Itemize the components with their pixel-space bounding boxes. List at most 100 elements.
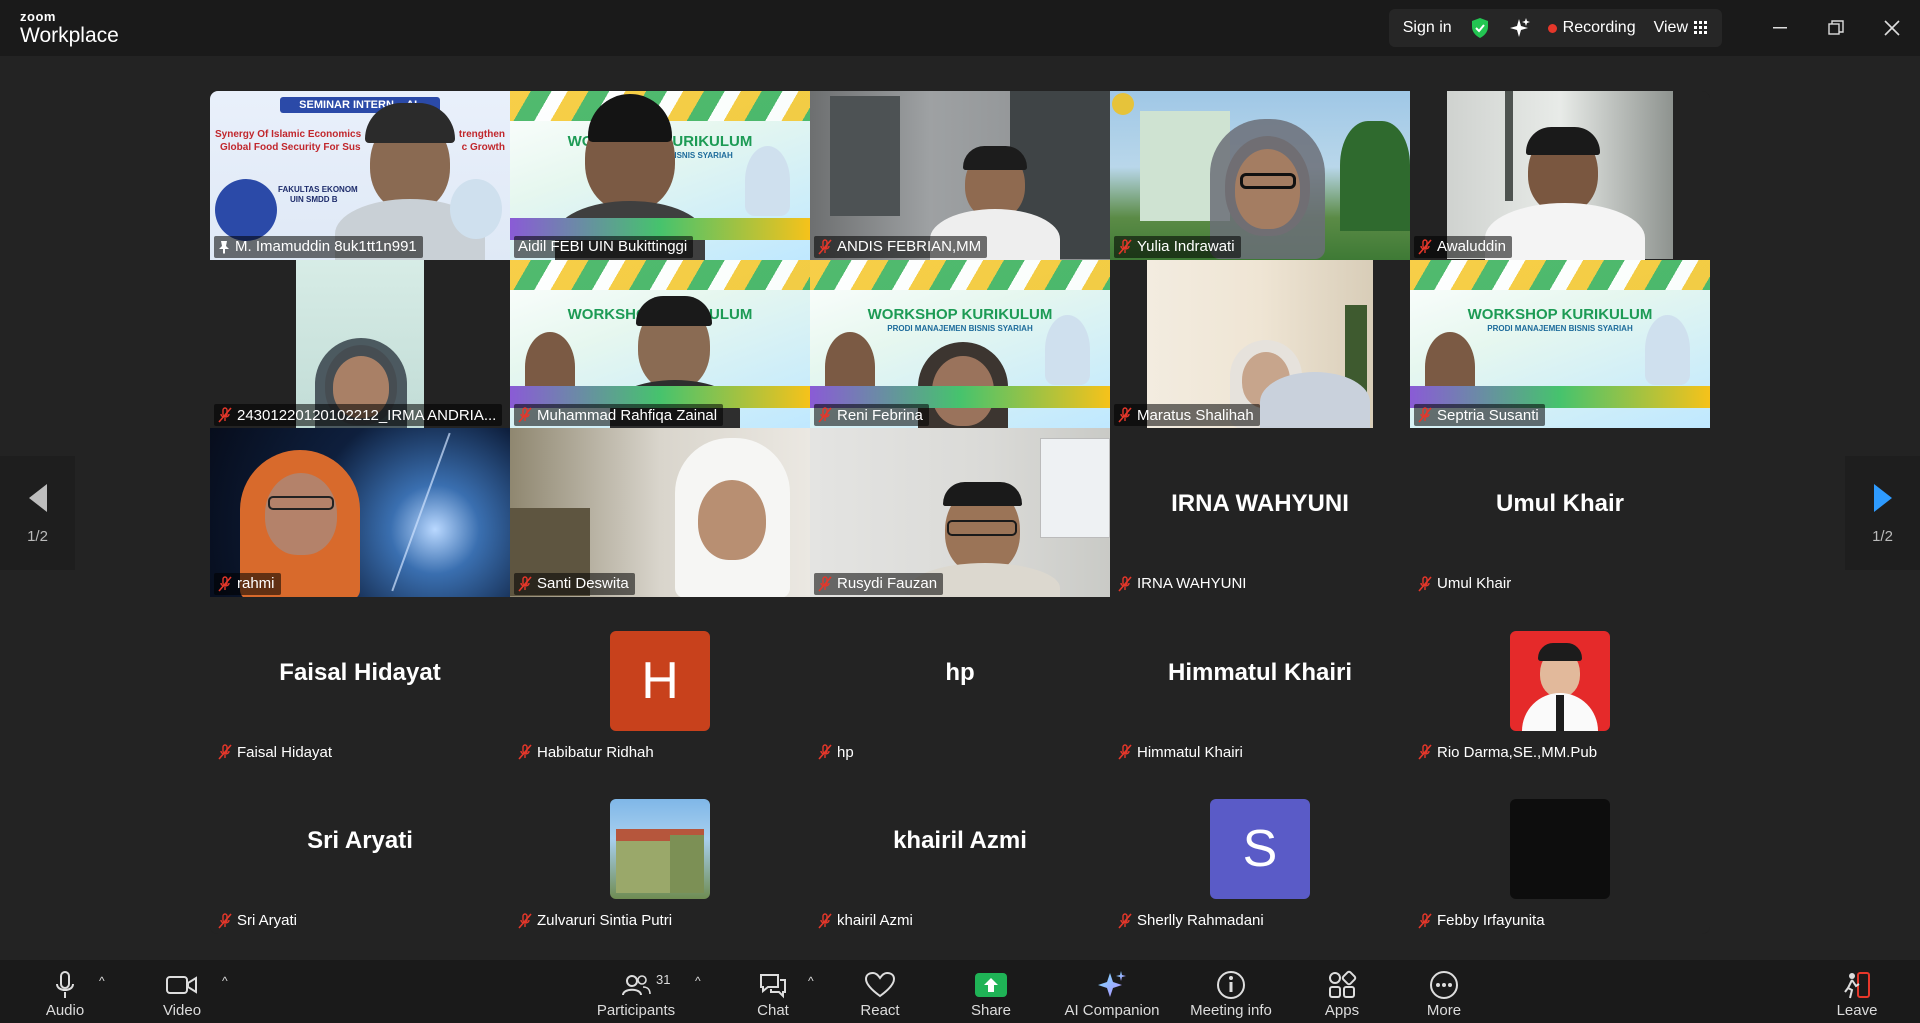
participant-nameplate: Septria Susanti <box>1414 404 1545 427</box>
video-tile-active-speaker[interactable]: WORKSHOP KURIKULUM PRODI MANAJEMEN BISNI… <box>510 91 810 260</box>
video-tile[interactable]: 24301220120102212_IRMA ANDRIA... <box>210 259 510 429</box>
microphone-muted-icon <box>218 576 232 592</box>
video-tile-camera-off[interactable]: S Sherlly Rahmadani <box>1110 765 1410 934</box>
video-tile-camera-off[interactable]: IRNA WAHYUNI IRNA WAHYUNI <box>1110 428 1410 597</box>
participant-display-name: khairil Azmi <box>893 827 1027 855</box>
recording-dot-icon <box>1547 23 1557 33</box>
video-camera-icon <box>166 976 197 994</box>
video-tile[interactable]: SEMINAR INTERN AL Synergy Of Islamic Eco… <box>210 91 510 260</box>
ai-sparkle-icon[interactable] <box>1508 17 1530 39</box>
participant-nameplate: Rio Darma,SE.,MM.Pub <box>1414 741 1603 763</box>
meeting-info-label: Meeting info <box>1190 1002 1272 1019</box>
video-tile-camera-off[interactable]: Umul Khair Umul Khair <box>1410 428 1710 597</box>
participant-nameplate: rahmi <box>214 572 281 595</box>
next-page-button[interactable]: 1/2 <box>1845 456 1920 570</box>
chat-label: Chat <box>757 1002 789 1019</box>
participant-display-name: Umul Khair <box>1495 490 1624 518</box>
close-button[interactable] <box>1864 0 1920 56</box>
participant-nameplate: Aidil FEBI UIN Bukittinggi <box>514 235 694 258</box>
share-screen-button[interactable]: Share <box>966 960 1016 1023</box>
participant-display-name: Faisal Hidayat <box>279 658 441 686</box>
apps-button[interactable]: Apps <box>1317 960 1367 1023</box>
recording-indicator[interactable]: Recording <box>1547 19 1636 37</box>
chat-button[interactable]: Chat <box>748 960 798 1023</box>
video-tile[interactable]: WORKSHOP KURIKULUM Muhammad Rahfiqa Zain… <box>510 259 810 429</box>
video-tile[interactable]: ANDIS FEBRIAN,MM <box>810 91 1110 260</box>
avatar-photo <box>610 799 710 900</box>
microphone-icon <box>56 971 74 998</box>
seminar-line-1-end: trengthen <box>458 129 505 140</box>
video-tile-camera-off[interactable]: Zulvaruri Sintia Putri <box>510 765 810 934</box>
recording-label: Recording <box>1562 19 1636 36</box>
microphone-muted-icon <box>818 744 832 760</box>
video-tile-camera-off[interactable]: Sri Aryati Sri Aryati <box>210 765 510 934</box>
video-tile[interactable]: WORKSHOP KURIKULUM PRODI MANAJEMEN BISNI… <box>810 259 1110 429</box>
participant-name: M. Imamuddin 8uk1tt1n991 <box>235 238 417 256</box>
video-button[interactable]: Video <box>157 960 207 1023</box>
participant-name: Rusydi Fauzan <box>837 575 938 593</box>
previous-page-button[interactable]: 1/2 <box>0 456 75 570</box>
participant-nameplate: Faisal Hidayat <box>214 741 338 763</box>
ai-companion-sparkle-icon <box>1098 971 1126 997</box>
ai-companion-button[interactable]: AI Companion <box>1062 960 1162 1023</box>
participant-nameplate: Reni Febrina <box>814 404 929 427</box>
minimize-icon <box>1773 27 1787 29</box>
microphone-muted-icon <box>218 913 232 929</box>
view-button[interactable]: View <box>1654 19 1708 37</box>
participant-nameplate: Zulvaruri Sintia Putri <box>514 910 678 932</box>
restore-button[interactable] <box>1808 0 1864 56</box>
minimize-button[interactable] <box>1752 0 1808 56</box>
audio-options-chevron-icon[interactable]: ^ <box>99 974 105 988</box>
participant-nameplate: Santi Deswita <box>514 572 635 595</box>
participant-nameplate: Rusydi Fauzan <box>814 572 944 595</box>
avatar-letter: S <box>1242 820 1278 879</box>
video-options-chevron-icon[interactable]: ^ <box>222 974 228 988</box>
participant-display-name: hp <box>945 658 975 686</box>
avatar-initial: S <box>1210 799 1310 900</box>
microphone-muted-icon <box>1418 913 1432 929</box>
video-tile[interactable]: rahmi <box>210 428 510 597</box>
video-tile[interactable]: Awaluddin <box>1410 91 1710 260</box>
microphone-muted-icon <box>218 744 232 760</box>
participants-button[interactable]: Participants <box>591 960 681 1023</box>
video-tile-camera-off[interactable]: Faisal Hidayat Faisal Hidayat <box>210 596 510 766</box>
video-tile-camera-off[interactable]: Rio Darma,SE.,MM.Pub <box>1410 596 1710 766</box>
apps-label: Apps <box>1324 1002 1360 1019</box>
participant-name: Faisal Hidayat <box>237 743 333 761</box>
react-button[interactable]: React <box>855 960 905 1023</box>
video-tile[interactable]: Santi Deswita <box>510 428 810 597</box>
participant-nameplate: Awaluddin <box>1414 235 1512 258</box>
microphone-muted-icon <box>1118 744 1132 760</box>
title-bar: zoom Workplace Sign in Recording View <box>0 0 1920 56</box>
sign-in-button[interactable]: Sign in <box>1403 19 1452 37</box>
chat-options-chevron-icon[interactable]: ^ <box>808 974 814 988</box>
video-tile-camera-off[interactable]: khairil Azmi khairil Azmi <box>810 765 1110 934</box>
audio-button[interactable]: Audio <box>40 960 90 1023</box>
participant-name: Sherlly Rahmadani <box>1137 912 1264 930</box>
more-dots-icon <box>1430 971 1458 999</box>
meeting-info-button[interactable]: Meeting info <box>1185 960 1277 1023</box>
participant-name: Aidil FEBI UIN Bukittinggi <box>518 238 688 256</box>
video-tile[interactable]: WORKSHOP KURIKULUM PRODI MANAJEMEN BISNI… <box>1410 259 1710 429</box>
participants-label: Participants <box>596 1002 676 1019</box>
participants-options-chevron-icon[interactable]: ^ <box>695 974 701 988</box>
security-shield-icon[interactable] <box>1470 17 1490 39</box>
participant-name: Santi Deswita <box>537 575 629 593</box>
microphone-muted-icon <box>518 576 532 592</box>
close-icon <box>1884 20 1900 36</box>
leave-meeting-button[interactable]: Leave <box>1832 960 1882 1023</box>
seminar-line-1: Synergy Of Islamic Economics <box>215 129 362 140</box>
video-tile[interactable]: Yulia Indrawati <box>1110 91 1410 260</box>
more-button[interactable]: More <box>1419 960 1469 1023</box>
video-tile-camera-off[interactable]: hp hp <box>810 596 1110 766</box>
video-tile-camera-off[interactable]: Himmatul Khairi Himmatul Khairi <box>1110 596 1410 766</box>
microphone-muted-icon <box>1118 913 1132 929</box>
video-tile-camera-off[interactable]: Febby Irfayunita <box>1410 765 1710 934</box>
participant-nameplate: Sherlly Rahmadani <box>1114 910 1270 932</box>
more-label: More <box>1426 1002 1462 1019</box>
video-tile-camera-off[interactable]: H Habibatur Ridhah <box>510 596 810 766</box>
participant-name: IRNA WAHYUNI <box>1137 575 1247 593</box>
video-tile[interactable]: Rusydi Fauzan <box>810 428 1110 597</box>
participant-nameplate: Maratus Shalihah <box>1114 404 1260 427</box>
video-tile[interactable]: Maratus Shalihah <box>1110 259 1410 429</box>
